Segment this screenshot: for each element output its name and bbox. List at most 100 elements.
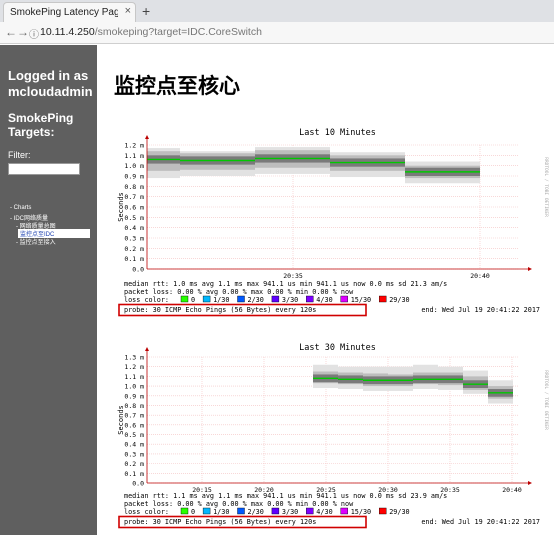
loss-color-label-item: 0	[191, 508, 195, 516]
url-path: /smokeping?target=IDC.CoreSwitch	[94, 26, 262, 38]
y-tick-label: 1.1 m	[124, 152, 144, 160]
smoke-band-outer	[180, 151, 255, 176]
tree-item-charts[interactable]: - Charts	[10, 205, 31, 211]
url-field[interactable]: 10.11.4.250/smokeping?target=IDC.CoreSwi…	[40, 26, 262, 38]
loss-color-swatch	[202, 507, 211, 515]
loss-color-label-item: 2/30	[248, 508, 264, 516]
smoke-band	[488, 386, 513, 399]
loss-color-label-item: 1/30	[213, 296, 229, 304]
targets-title: SmokePing Targets:	[8, 111, 74, 139]
browser-tab-bar: SmokePing Latency Page for I × +	[0, 0, 554, 22]
x-tick-label: 20:20	[254, 486, 274, 494]
smoke-band	[147, 151, 180, 171]
filter-input[interactable]	[8, 163, 80, 175]
close-tab-icon[interactable]: ×	[125, 5, 131, 17]
end-time: end: Wed Jul 19 20:41:22 2017	[421, 306, 540, 314]
info-icon[interactable]: ⓘ	[29, 26, 39, 41]
y-tick-label: 0.3 m	[124, 235, 144, 243]
loss-color-label: loss color:	[124, 508, 169, 516]
loss-color-label-item: 15/30	[351, 508, 371, 516]
median-rtt-stats: median rtt: 1.0 ms avg 1.1 ms max 941.1 …	[124, 280, 447, 288]
smoke-band	[438, 372, 463, 386]
loss-color-label-item: 4/30	[316, 508, 332, 516]
tree-item-monitor-to-access[interactable]: - 监控点至接入	[16, 237, 56, 246]
back-icon[interactable]: ←	[5, 25, 17, 39]
x-axis-arrow	[528, 481, 532, 485]
smoke-band-outer	[413, 364, 438, 389]
new-tab-button[interactable]: +	[142, 3, 150, 19]
smoke-band-inner	[463, 380, 488, 389]
x-tick-label: 20:15	[192, 486, 212, 494]
smoke-band	[255, 150, 330, 168]
smoke-band	[313, 371, 338, 384]
smoke-band-outer	[147, 148, 180, 179]
smoke-band-inner	[405, 167, 480, 176]
loss-color-swatch	[306, 295, 314, 303]
rrdtool-credit: RRDTOOL / TOBI OETIKER	[543, 157, 549, 217]
graph-title: Last 10 Minutes	[299, 128, 376, 138]
end-time: end: Wed Jul 19 20:41:22 2017	[421, 518, 540, 526]
y-tick-label: 1.3 m	[124, 354, 144, 362]
sidebar: Logged in as mcloudadmin SmokePing Targe…	[0, 45, 97, 535]
loss-color-label-item: 3/30	[282, 508, 298, 516]
loss-color-label-item: 15/30	[351, 296, 371, 304]
rrdtool-credit: RRDTOOL / TOBI OETIKER	[543, 370, 549, 430]
loss-color-label-item: 3/30	[282, 296, 298, 304]
y-tick-label: 0.0	[132, 266, 144, 274]
x-tick-label: 20:40	[502, 486, 522, 494]
loss-color-label-item: 1/30	[213, 508, 229, 516]
x-tick-label: 20:25	[316, 486, 336, 494]
smoke-band-outer	[255, 147, 330, 174]
browser-tab[interactable]: SmokePing Latency Page for I ×	[3, 2, 136, 22]
forward-icon[interactable]: →	[17, 25, 29, 39]
y-tick-label: 0.3 m	[124, 450, 144, 458]
plot-area	[147, 145, 518, 269]
y-tick-label: 0.8 m	[124, 402, 144, 410]
y-tick-label: 0.1 m	[124, 470, 144, 478]
y-tick-label: 1.0 m	[124, 383, 144, 391]
x-tick-label: 20:35	[283, 272, 303, 280]
url-host: 10.11.4.250	[40, 26, 95, 38]
loss-color-swatch	[379, 295, 387, 303]
smoke-band-inner	[180, 156, 255, 165]
y-tick-label: 0.1 m	[124, 255, 144, 263]
x-tick-label: 20:40	[470, 272, 490, 280]
loss-color-label-item: 0	[191, 296, 195, 304]
smoke-band-outer	[313, 364, 338, 389]
y-tick-label: 0.7 m	[124, 193, 144, 201]
plot-area	[147, 357, 518, 483]
smoke-band-outer	[388, 366, 413, 391]
loss-color-swatch	[237, 295, 245, 303]
probe-info: probe: 30 ICMP Echo Pings (56 Bytes) eve…	[124, 518, 316, 526]
loss-color-swatch	[180, 507, 189, 515]
tab-title: SmokePing Latency Page for I	[10, 7, 118, 18]
smoke-band-inner	[313, 374, 338, 383]
smoke-band-inner	[147, 155, 180, 164]
loss-color-swatch	[271, 507, 280, 515]
probe-highlight-box	[118, 515, 367, 529]
y-tick-label: 0.0	[132, 480, 144, 488]
y-axis-label: Seconds	[117, 192, 125, 222]
smoke-band	[180, 153, 255, 170]
y-axis-arrow	[145, 347, 149, 351]
y-tick-label: 0.6 m	[124, 421, 144, 429]
probe-info: probe: 30 ICMP Echo Pings (56 Bytes) eve…	[124, 306, 316, 314]
y-tick-label: 0.5 m	[124, 214, 144, 222]
x-axis-arrow	[528, 267, 532, 271]
y-tick-label: 1.0 m	[124, 162, 144, 170]
smoke-band	[338, 372, 363, 385]
filter-label: Filter:	[8, 150, 31, 160]
y-axis-label: Seconds	[117, 405, 125, 435]
smoke-band-outer	[338, 366, 363, 389]
y-tick-label: 0.9 m	[124, 173, 144, 181]
smoke-band	[330, 155, 405, 171]
loss-color-swatch	[271, 295, 280, 303]
smoke-band-outer	[438, 366, 463, 390]
y-tick-label: 0.2 m	[124, 245, 144, 253]
loss-color-label-item: 29/30	[389, 508, 409, 516]
graph-title: Last 30 Minutes	[299, 343, 376, 353]
packet-loss-stats: packet loss: 0.00 % avg 0.00 % max 0.00 …	[124, 288, 354, 296]
loss-color-label-item: 29/30	[389, 296, 409, 304]
smoke-band-outer	[405, 161, 480, 184]
y-tick-label: 0.7 m	[124, 412, 144, 420]
